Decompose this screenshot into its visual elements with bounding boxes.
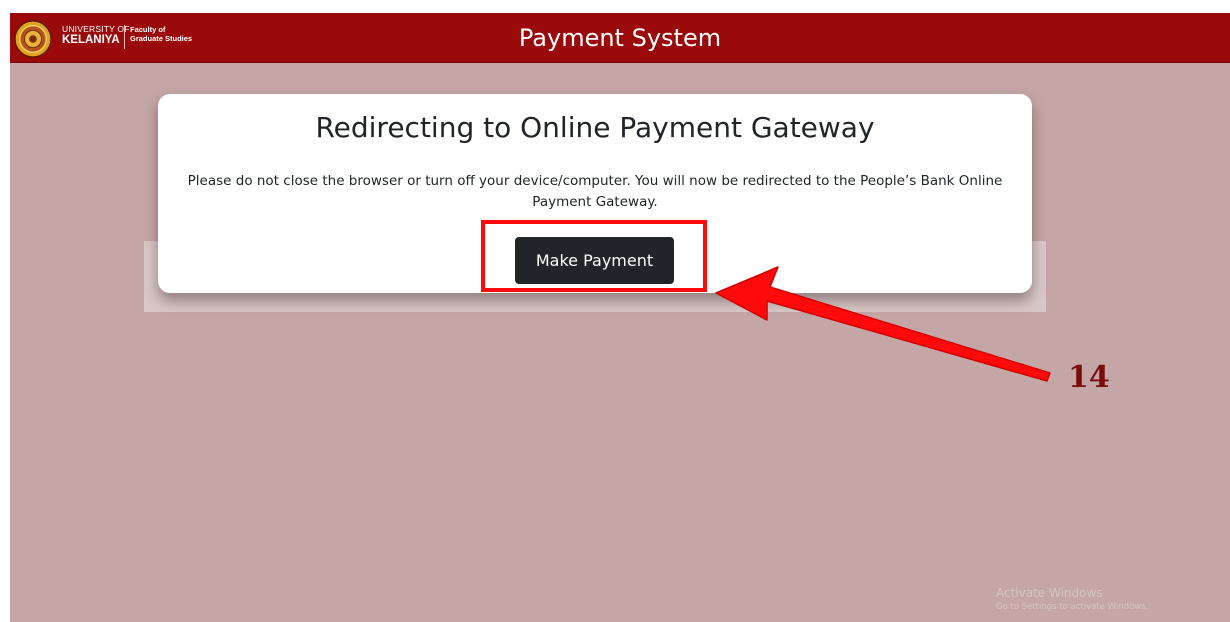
watermark-subtitle: Go to Settings to activate Windows. — [996, 602, 1149, 612]
redirect-card: Redirecting to Online Payment Gateway Pl… — [158, 94, 1032, 293]
page-title: Payment System — [518, 24, 722, 52]
step-number-label: 14 — [1068, 360, 1110, 395]
make-payment-button[interactable]: Make Payment — [515, 237, 674, 284]
card-title: Redirecting to Online Payment Gateway — [315, 111, 875, 144]
redirect-message: Please do not close the browser or turn … — [187, 173, 1003, 210]
watermark-title: Activate Windows — [996, 586, 1103, 600]
top-navbar: UNIVERSITY OF KELANIYA Faculty of Gradua… — [10, 13, 1230, 63]
browser-viewport: UNIVERSITY OF KELANIYA Faculty of Gradua… — [10, 13, 1230, 622]
activate-windows-watermark: Activate Windows Go to Settings to activ… — [996, 586, 1148, 612]
